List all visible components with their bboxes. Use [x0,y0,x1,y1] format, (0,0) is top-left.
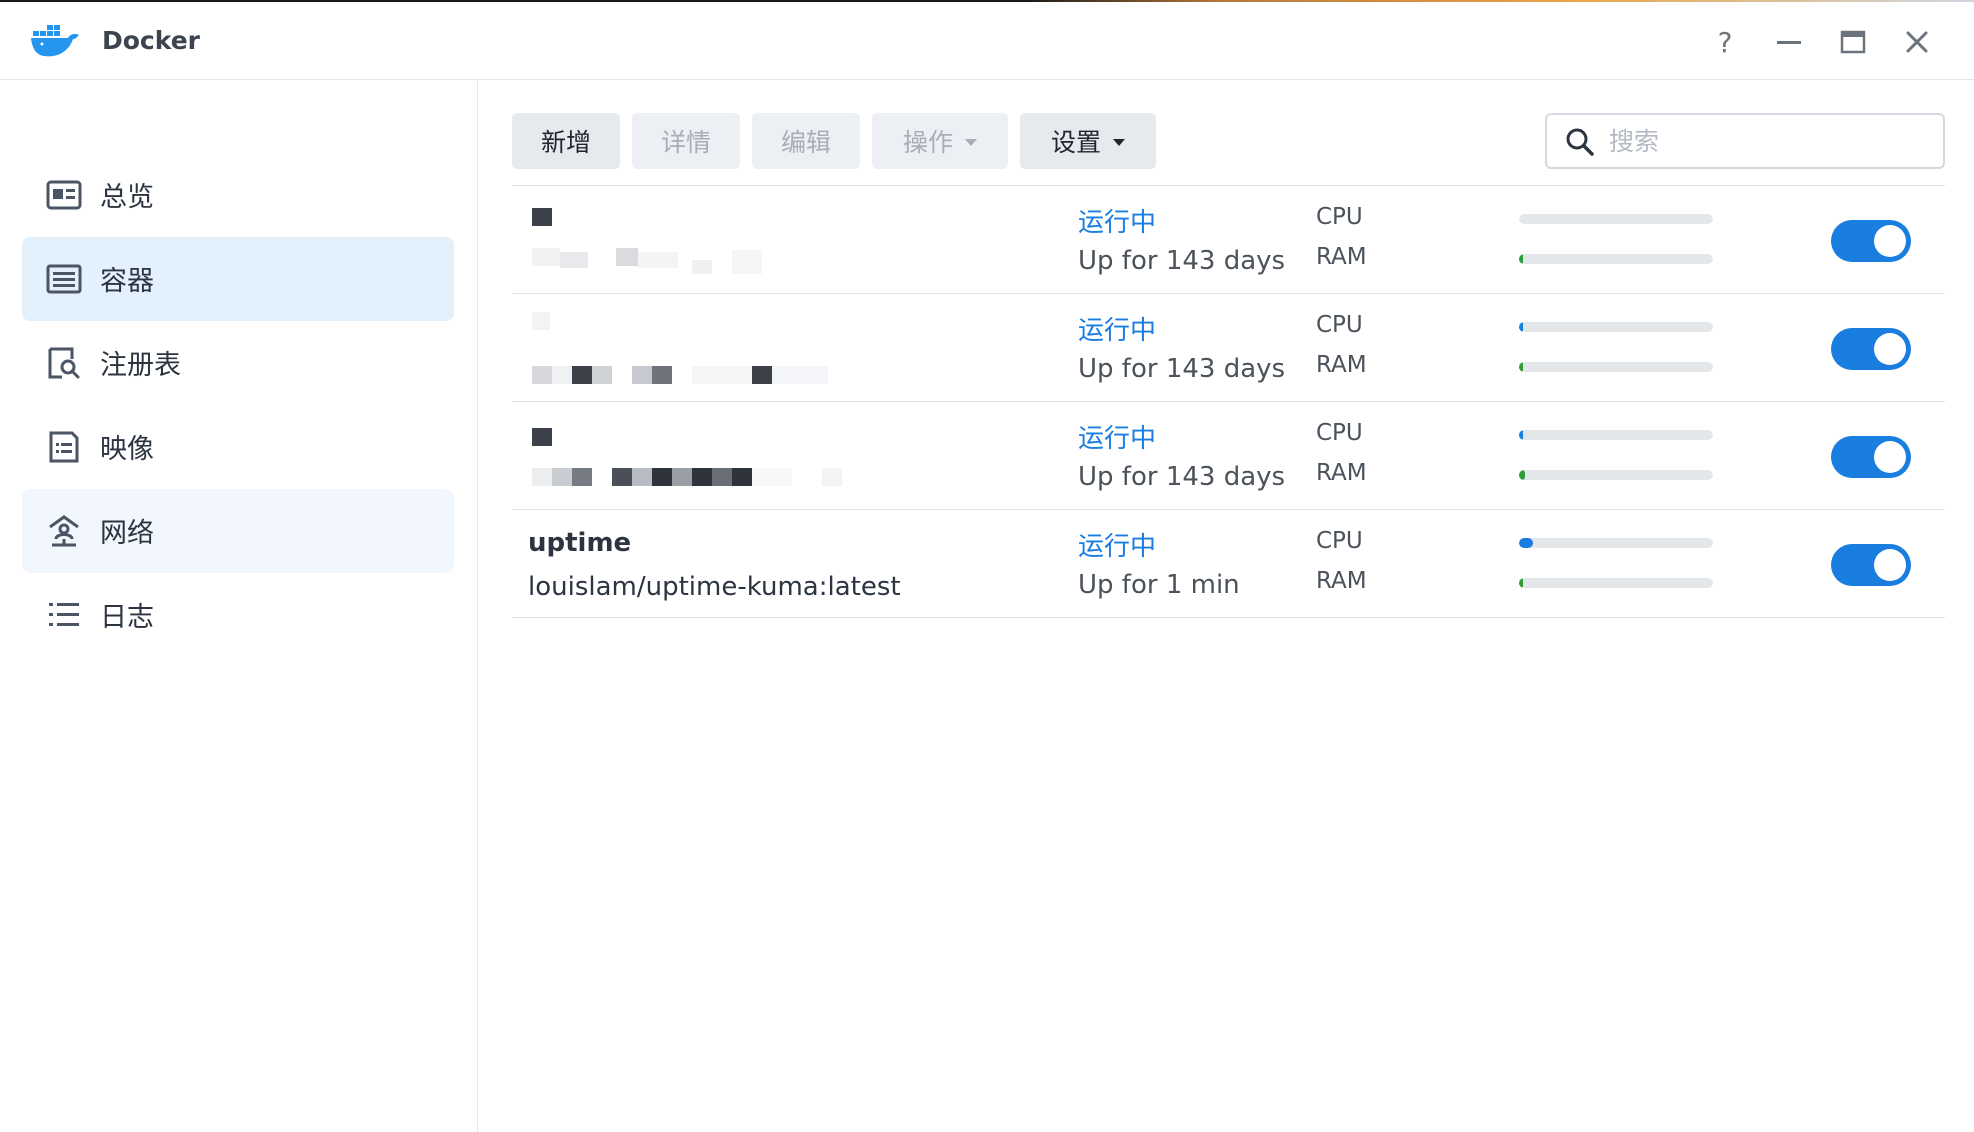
cpu-usage-fill [1519,322,1523,332]
ram-label: RAM [1316,352,1367,378]
sidebar-item-network[interactable]: 网络 [22,489,454,573]
uptime-label: Up for 143 days [1078,246,1286,276]
table-row[interactable]: 运行中 Up for 143 days CPU RAM [512,186,1945,294]
sidebar-item-label: 容器 [100,266,154,297]
cpu-usage-fill [1519,430,1523,440]
sidebar-item-images[interactable]: 映像 [22,405,454,489]
log-list-icon [49,603,79,626]
status-label: 运行中 [1078,208,1157,238]
maximize-button[interactable] [1831,20,1875,64]
details-button-label: 详情 [660,128,711,157]
status-label: 运行中 [1078,316,1157,346]
status-label: 运行中 [1078,424,1157,454]
sidebar-item-containers[interactable]: 容器 [22,237,454,321]
uptime-label: Up for 143 days [1078,354,1286,384]
sidebar: 总览 容器 注册表 映像 网络 日志 [0,81,478,1132]
minimize-button[interactable] [1767,20,1811,64]
toggle-knob [1874,549,1906,581]
ram-usage-bar [1519,578,1713,588]
table-row[interactable]: uptime louislam/uptime-kuma:latest 运行中 U… [512,510,1945,618]
action-dropdown-button[interactable]: 操作 [872,113,1008,169]
network-icon [49,515,79,547]
add-button[interactable]: 新增 [512,113,620,169]
minimize-icon [1777,41,1801,44]
ram-usage-bar [1519,470,1713,480]
cpu-label: CPU [1316,312,1363,338]
settings-dropdown-button[interactable]: 设置 [1020,113,1156,169]
ram-usage-fill [1519,254,1523,264]
container-image: louislam/uptime-kuma:latest [528,572,901,602]
cpu-label: CPU [1316,420,1363,446]
sidebar-item-registry[interactable]: 注册表 [22,321,454,405]
ram-usage-bar [1519,254,1713,264]
help-icon: ? [1717,25,1733,59]
sidebar-item-label: 注册表 [100,350,181,381]
main-panel: 新增 详情 编辑 操作 设置 搜索 运行中 Up for 143 days CP… [479,81,1974,1132]
sidebar-item-label: 网络 [100,518,154,549]
details-button[interactable]: 详情 [632,113,740,169]
overview-icon [46,180,82,210]
sidebar-item-label: 映像 [100,434,154,465]
help-button[interactable]: ? [1703,20,1747,64]
toggle-knob [1874,333,1906,365]
uptime-label: Up for 143 days [1078,462,1286,492]
cpu-label: CPU [1316,528,1363,554]
sidebar-item-label: 日志 [100,602,154,633]
chevron-down-icon [1113,138,1125,146]
container-toggle[interactable] [1831,544,1911,586]
container-toggle[interactable] [1831,328,1911,370]
container-list: 运行中 Up for 143 days CPU RAM 运行中 Up for 1… [512,185,1945,618]
sidebar-item-logs[interactable]: 日志 [22,573,454,657]
docker-whale-icon [31,25,79,57]
table-row[interactable]: 运行中 Up for 143 days CPU RAM [512,402,1945,510]
app-title: Docker [102,26,200,55]
container-list-icon [46,264,82,294]
container-name: uptime [528,528,632,558]
sidebar-item-overview[interactable]: 总览 [22,153,454,237]
close-button[interactable] [1895,20,1939,64]
cpu-usage-fill [1519,538,1533,548]
cpu-usage-bar [1519,322,1713,332]
cpu-usage-bar [1519,430,1713,440]
edit-button-label: 编辑 [780,128,831,157]
ram-label: RAM [1316,460,1367,486]
toggle-knob [1874,441,1906,473]
image-doc-icon [49,431,79,463]
status-label: 运行中 [1078,532,1157,562]
toggle-knob [1874,225,1906,257]
registry-search-icon [48,347,80,379]
maximize-icon [1840,30,1866,54]
uptime-label: Up for 1 min [1078,570,1240,600]
search-icon [1566,128,1594,156]
search-input[interactable] [1609,123,1929,159]
search-box[interactable] [1545,113,1945,169]
ram-label: RAM [1316,244,1367,270]
cpu-usage-fill [1519,214,1523,224]
ram-label: RAM [1316,568,1367,594]
close-icon [1906,31,1928,53]
sidebar-item-label: 总览 [100,182,154,213]
cpu-usage-bar [1519,214,1713,224]
table-row[interactable]: 运行中 Up for 143 days CPU RAM [512,294,1945,402]
add-button-label: 新增 [540,128,591,157]
container-toggle[interactable] [1831,436,1911,478]
edit-button[interactable]: 编辑 [752,113,860,169]
cpu-usage-bar [1519,538,1713,548]
settings-button-label: 设置 [1050,128,1101,157]
title-bar: Docker ? [0,2,1974,80]
container-toggle[interactable] [1831,220,1911,262]
chevron-down-icon [965,138,977,146]
ram-usage-fill [1519,578,1523,588]
ram-usage-fill [1519,470,1525,480]
ram-usage-bar [1519,362,1713,372]
ram-usage-fill [1519,362,1523,372]
cpu-label: CPU [1316,204,1363,230]
action-button-label: 操作 [902,128,953,157]
